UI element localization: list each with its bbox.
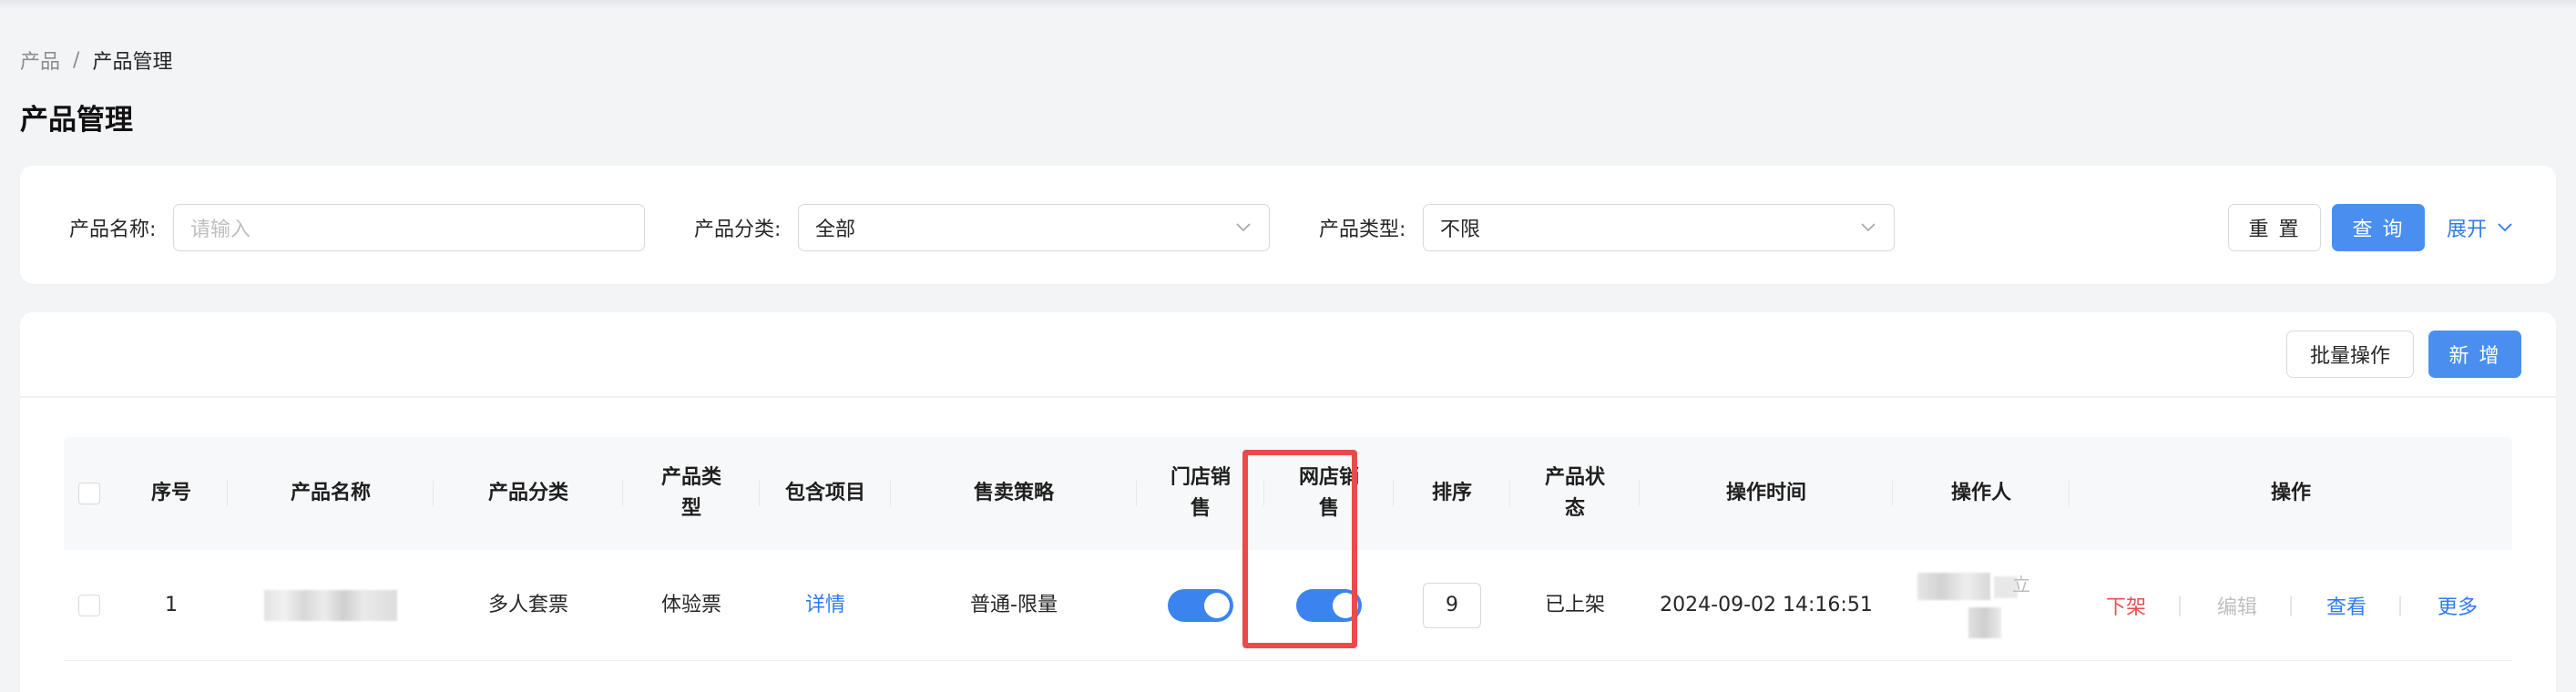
row-category: 多人套票 xyxy=(487,593,568,616)
chevron-down-icon xyxy=(1236,223,1251,232)
product-category-value: 全部 xyxy=(815,219,856,241)
action-divider xyxy=(2179,596,2181,616)
select-all-checkbox[interactable] xyxy=(78,483,100,504)
row-strategy: 普通-限量 xyxy=(970,593,1058,616)
toolbar-divider xyxy=(20,396,2556,398)
product-category-label: 产品分类: xyxy=(694,219,782,241)
header-op-time: 操作时间 xyxy=(1640,437,1893,550)
table-row: 1 多人套票 体验票 详情 普通-限量 9 已上架 2024-09-02 14:… xyxy=(64,550,2512,661)
expand-label: 展开 xyxy=(2447,219,2488,241)
offline-action[interactable]: 下架 xyxy=(2106,550,2146,660)
operator-partial-text: 立 xyxy=(2012,573,2030,595)
product-name-input[interactable]: 请输入 xyxy=(173,204,645,251)
header-category: 产品分类 xyxy=(434,437,623,550)
edit-action[interactable]: 编辑 xyxy=(2217,550,2257,660)
header-items: 包含项目 xyxy=(760,437,891,550)
query-button[interactable]: 查 询 xyxy=(2332,204,2425,251)
batch-operation-button[interactable]: 批量操作 xyxy=(2286,331,2414,378)
expand-toggle[interactable]: 展开 xyxy=(2447,213,2514,242)
header-sort: 排序 xyxy=(1394,437,1510,550)
product-category-select[interactable]: 全部 xyxy=(798,204,1270,251)
row-checkbox[interactable] xyxy=(78,594,100,616)
header-index: 序号 xyxy=(115,437,228,550)
more-action[interactable]: 更多 xyxy=(2438,550,2478,660)
header-product-name: 产品名称 xyxy=(228,437,434,550)
chevron-down-icon xyxy=(1861,223,1876,232)
filter-panel: 产品名称: 请输入 产品分类: 全部 产品类型: 不限 重 置 查 询 展开 xyxy=(20,166,2556,284)
top-shadow xyxy=(0,0,2576,9)
chevron-down-icon xyxy=(2498,223,2512,232)
header-actions: 操作 xyxy=(2270,482,2311,504)
breadcrumb-current: 产品管理 xyxy=(92,51,173,74)
header-type: 产品类 型 xyxy=(623,437,760,550)
action-divider xyxy=(2399,596,2401,616)
page-title: 产品管理 xyxy=(20,104,133,137)
table-header: 序号 产品名称 产品分类 产品类 型 包含项目 售卖策略 门店销 售 网店销 售… xyxy=(64,437,2512,550)
product-type-value: 不限 xyxy=(1440,219,1481,241)
breadcrumb-parent[interactable]: 产品 xyxy=(20,46,60,75)
details-link[interactable]: 详情 xyxy=(760,550,891,660)
store-sale-toggle[interactable] xyxy=(1168,588,1233,622)
sort-input[interactable]: 9 xyxy=(1423,582,1481,628)
row-product-name-cell xyxy=(228,550,434,660)
reset-button[interactable]: 重 置 xyxy=(2228,204,2321,251)
product-type-label: 产品类型: xyxy=(1319,219,1406,241)
redacted-operator: 立 xyxy=(1917,569,2045,642)
row-status: 已上架 xyxy=(1544,593,1605,616)
select-all-cell xyxy=(64,437,115,550)
product-name-label: 产品名称: xyxy=(69,219,157,241)
row-online-sale-cell xyxy=(1264,550,1394,660)
header-status: 产品状 态 xyxy=(1510,437,1640,550)
row-op-time: 2024-09-02 14:16:51 xyxy=(1660,593,1873,616)
action-divider xyxy=(2290,596,2292,616)
product-list-panel: 批量操作 新 增 序号 产品名称 产品分类 产品类 型 包含项目 售卖策略 门店… xyxy=(20,312,2556,692)
breadcrumb-separator: / xyxy=(73,48,80,72)
row-store-sale-cell xyxy=(1137,550,1264,660)
product-name-placeholder: 请输入 xyxy=(190,219,251,241)
view-action[interactable]: 查看 xyxy=(2326,550,2366,660)
breadcrumb: 产品 / 产品管理 xyxy=(20,46,172,75)
header-strategy: 售卖策略 xyxy=(891,437,1137,550)
online-sale-toggle[interactable] xyxy=(1296,588,1362,622)
row-index: 1 xyxy=(165,593,178,616)
product-type-select[interactable]: 不限 xyxy=(1423,204,1895,251)
header-operator: 操作人 xyxy=(1893,437,2070,550)
row-type: 体验票 xyxy=(660,593,721,616)
add-button[interactable]: 新 增 xyxy=(2428,331,2521,378)
redacted-product-name xyxy=(264,589,397,621)
row-select-cell xyxy=(64,550,115,660)
header-online-sale: 网店销 售 xyxy=(1264,437,1394,550)
row-operator-cell: 立 xyxy=(1893,550,2070,660)
header-store-sale: 门店销 售 xyxy=(1137,437,1264,550)
row-sort-cell: 9 xyxy=(1394,550,1510,660)
